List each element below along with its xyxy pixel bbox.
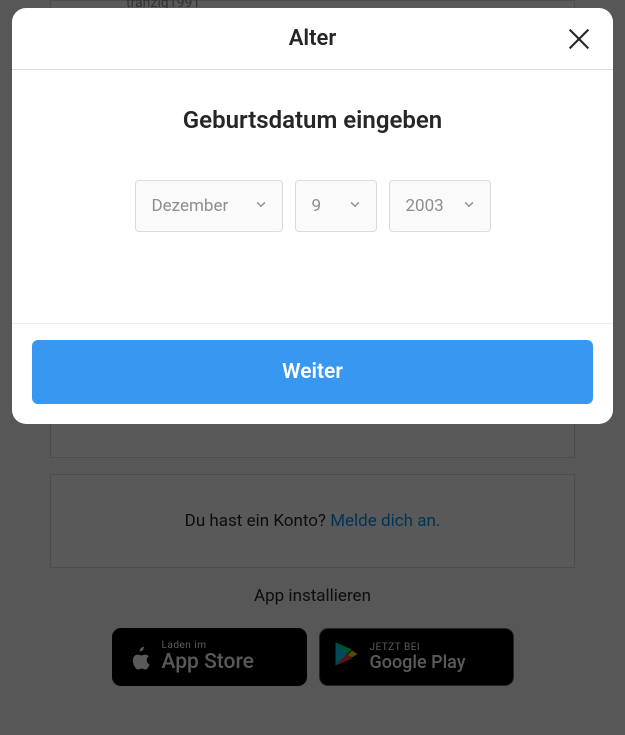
year-value: 2003 (406, 196, 444, 216)
date-selects-row: Dezember 9 2003 (135, 180, 491, 232)
modal-title: Alter (289, 26, 337, 51)
month-value: Dezember (152, 196, 229, 216)
modal-header: Alter (12, 8, 613, 70)
day-select[interactable]: 9 (295, 180, 377, 232)
continue-button[interactable]: Weiter (32, 340, 593, 404)
modal-body: Geburtsdatum eingeben Dezember 9 2003 (12, 70, 613, 323)
chevron-down-icon (348, 197, 362, 216)
close-icon (565, 25, 593, 53)
modal-footer: Weiter (12, 323, 613, 424)
close-button[interactable] (563, 23, 595, 55)
age-modal: Alter Geburtsdatum eingeben Dezember 9 (12, 8, 613, 424)
chevron-down-icon (254, 197, 268, 216)
chevron-down-icon (462, 197, 476, 216)
day-value: 9 (312, 196, 322, 216)
modal-heading: Geburtsdatum eingeben (183, 106, 442, 134)
year-select[interactable]: 2003 (389, 180, 491, 232)
month-select[interactable]: Dezember (135, 180, 283, 232)
